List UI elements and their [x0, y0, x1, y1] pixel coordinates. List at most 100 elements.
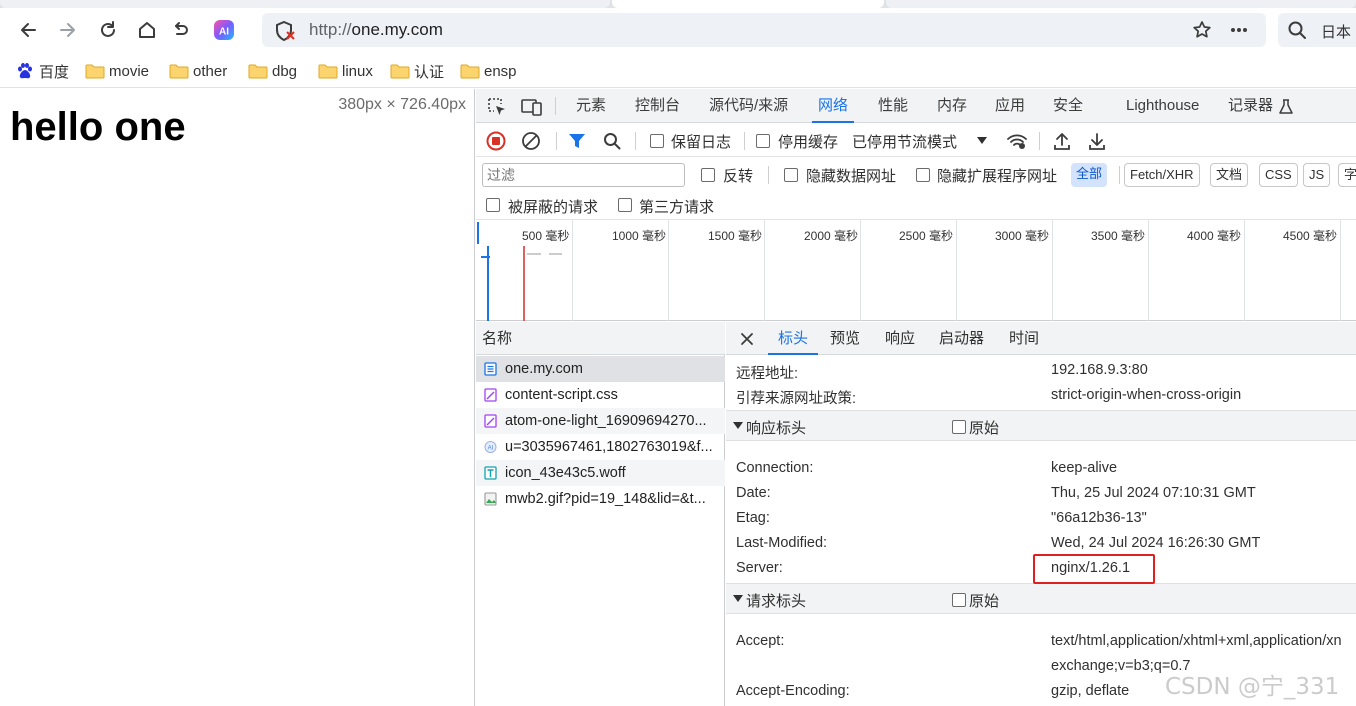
bookmark-folder-dbg[interactable]: dbg	[248, 60, 297, 82]
third-party-label[interactable]: 第三方请求	[639, 196, 714, 217]
bookmark-folder-movie[interactable]: movie	[85, 60, 149, 82]
ai-assistant-button[interactable]: AI	[210, 16, 238, 44]
tab-response[interactable]: 响应	[885, 322, 915, 355]
tab-network[interactable]: 网络	[812, 89, 854, 123]
raw-checkbox[interactable]	[952, 420, 966, 434]
filter-chip-js[interactable]: JS	[1303, 163, 1331, 187]
tab-sources[interactable]: 源代码/来源	[709, 89, 788, 123]
expand-triangle-icon[interactable]	[733, 422, 743, 429]
filter-chip-doc[interactable]: 文档	[1210, 163, 1249, 187]
preserve-log-checkbox[interactable]	[650, 134, 664, 148]
disable-cache-checkbox[interactable]	[756, 134, 770, 148]
hide-data-urls-label[interactable]: 隐藏数据网址	[806, 165, 896, 186]
tab-console[interactable]: 控制台	[635, 89, 680, 123]
export-har-button[interactable]	[1088, 131, 1106, 151]
stop-recording-button[interactable]	[486, 131, 506, 151]
bookmark-folder-other[interactable]: other	[169, 60, 227, 82]
browser-tab[interactable]	[886, 0, 1356, 8]
hide-extension-urls-checkbox[interactable]	[916, 168, 930, 182]
close-details-button[interactable]	[740, 332, 754, 346]
tab-initiator[interactable]: 启动器	[939, 322, 984, 355]
response-headers-section[interactable]: 响应标头 原始	[726, 410, 1356, 441]
ai-icon: AI	[214, 20, 234, 40]
tab-recorder[interactable]: 记录器	[1228, 89, 1273, 123]
tab-strip	[0, 0, 1356, 8]
tab-lighthouse[interactable]: Lighthouse	[1126, 89, 1199, 123]
tab-application[interactable]: 应用	[995, 89, 1025, 123]
filter-toggle-button[interactable]	[568, 132, 586, 150]
browser-tab-active[interactable]	[612, 0, 884, 8]
bookmark-folder-auth[interactable]: 认证	[390, 60, 444, 82]
tab-memory[interactable]: 内存	[937, 89, 967, 123]
filter-chip-font[interactable]: 字	[1338, 163, 1356, 187]
not-secure-shield-icon[interactable]	[274, 20, 296, 42]
blocked-requests-label[interactable]: 被屏蔽的请求	[508, 196, 598, 217]
request-row[interactable]: AI u=3035967461,1802763019&f...	[476, 434, 725, 460]
bookmark-baidu[interactable]: 百度	[16, 60, 69, 82]
hide-extension-urls-label[interactable]: 隐藏扩展程序网址	[937, 165, 1057, 186]
request-row[interactable]: atom-one-light_16909694270...	[476, 408, 725, 434]
filter-chip-fetch-xhr[interactable]: Fetch/XHR	[1124, 163, 1200, 187]
tab-elements[interactable]: 元素	[576, 89, 606, 123]
name-column-header[interactable]: 名称	[476, 322, 725, 355]
raw-label[interactable]: 原始	[969, 590, 999, 611]
bookmark-star-icon[interactable]	[1192, 20, 1212, 40]
raw-label[interactable]: 原始	[969, 417, 999, 438]
clear-button[interactable]	[521, 131, 541, 151]
more-options-icon[interactable]	[1230, 27, 1248, 33]
invert-checkbox[interactable]	[701, 168, 715, 182]
raw-checkbox[interactable]	[952, 593, 966, 607]
request-row[interactable]: mwb2.gif?pid=19_148&lid=&t...	[476, 486, 725, 512]
reload-button[interactable]	[94, 16, 122, 44]
tab-performance[interactable]: 性能	[878, 89, 908, 123]
request-headers-section[interactable]: 请求标头 原始	[726, 583, 1356, 614]
import-har-button[interactable]	[1053, 131, 1071, 151]
request-row[interactable]: icon_43e43c5.woff	[476, 460, 725, 486]
forward-arrow-icon	[60, 23, 75, 37]
bookmark-folder-linux[interactable]: linux	[318, 60, 373, 82]
tab-headers[interactable]: 标头	[768, 322, 818, 355]
svg-text:AI: AI	[219, 27, 229, 38]
filter-row: 反转 隐藏数据网址 隐藏扩展程序网址 全部 Fetch/XHR 文档 CSS J…	[476, 158, 1356, 190]
svg-text:AI: AI	[488, 446, 494, 452]
header-key: Etag:	[736, 510, 770, 526]
address-bar[interactable]: http://one.my.com	[262, 13, 1266, 47]
undo-close-tab-button[interactable]	[166, 16, 194, 44]
tab-security[interactable]: 安全	[1053, 89, 1083, 123]
chevron-down-icon[interactable]	[977, 137, 987, 144]
forward-button[interactable]	[54, 16, 82, 44]
font-icon	[484, 466, 497, 480]
filter-chip-css[interactable]: CSS	[1259, 163, 1298, 187]
filter-chip-all[interactable]: 全部	[1071, 163, 1108, 187]
tab-preview[interactable]: 预览	[830, 322, 860, 355]
disable-cache-label[interactable]: 停用缓存	[778, 131, 838, 152]
device-toolbar-icon[interactable]	[521, 97, 543, 117]
timeline-selection-handle[interactable]	[477, 222, 479, 244]
network-conditions-button[interactable]	[1006, 131, 1028, 151]
header-key: Accept-Encoding:	[736, 683, 850, 699]
blocked-requests-checkbox[interactable]	[486, 198, 500, 212]
reload-icon	[101, 21, 115, 37]
browser-tab[interactable]	[0, 0, 610, 8]
request-row[interactable]: content-script.css	[476, 382, 725, 408]
tab-timing[interactable]: 时间	[1009, 322, 1039, 355]
inspect-element-icon[interactable]	[487, 97, 507, 117]
search-network-button[interactable]	[603, 132, 621, 150]
invert-label[interactable]: 反转	[723, 165, 753, 186]
home-button[interactable]	[133, 16, 161, 44]
url-text[interactable]: http://one.my.com	[309, 20, 443, 40]
expand-triangle-icon[interactable]	[733, 595, 743, 602]
preserve-log-label[interactable]: 保留日志	[671, 131, 731, 152]
network-overview-timeline[interactable]: 500 毫秒 1000 毫秒 1500 毫秒 2000 毫秒 2500 毫秒 3…	[476, 220, 1356, 321]
bookmark-folder-ensp[interactable]: ensp	[460, 60, 517, 82]
bookmark-label: 认证	[414, 63, 445, 81]
third-party-checkbox[interactable]	[618, 198, 632, 212]
search-box[interactable]: 日本	[1278, 13, 1356, 47]
hide-data-urls-checkbox[interactable]	[784, 168, 798, 182]
filter-funnel-icon	[569, 134, 585, 148]
filter-input[interactable]	[482, 163, 685, 187]
timeline-tick: 1500 毫秒	[708, 229, 763, 243]
back-button[interactable]	[14, 16, 42, 44]
request-row[interactable]: one.my.com	[476, 356, 725, 382]
throttling-select[interactable]: 已停用节流模式	[852, 131, 957, 152]
